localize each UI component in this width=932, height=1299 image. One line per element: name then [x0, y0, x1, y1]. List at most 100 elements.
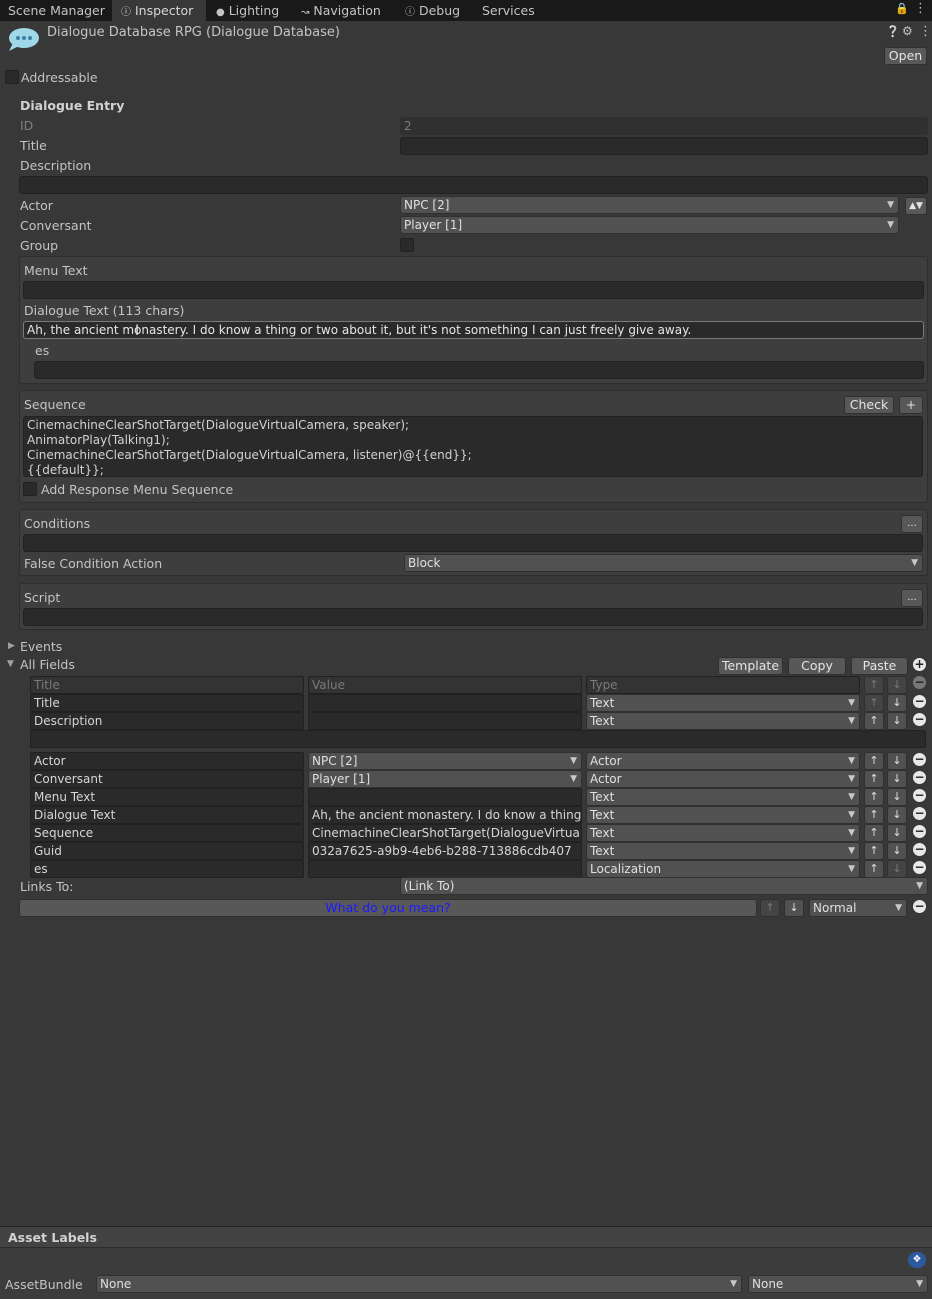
- field-type-dropdown[interactable]: Localization ▼: [586, 860, 860, 878]
- remove-field-icon[interactable]: −: [913, 843, 926, 856]
- script-wizard-button[interactable]: ...: [901, 589, 923, 607]
- description-field[interactable]: [19, 176, 928, 194]
- move-down-icon[interactable]: ↓: [887, 752, 907, 770]
- remove-field-icon[interactable]: −: [913, 789, 926, 802]
- menu-text-field[interactable]: [23, 281, 924, 299]
- es-field[interactable]: [34, 361, 924, 379]
- field-title-cell[interactable]: Dialogue Text: [30, 806, 304, 824]
- open-button[interactable]: Open: [884, 47, 927, 65]
- paste-button[interactable]: Paste: [851, 657, 908, 675]
- preset-settings-icon[interactable]: ⚙: [902, 24, 913, 38]
- field-title-cell[interactable]: Actor: [30, 752, 304, 770]
- remove-field-icon[interactable]: −: [913, 695, 926, 708]
- field-type-dropdown[interactable]: Text ▼: [586, 694, 860, 712]
- move-up-icon[interactable]: ↑: [864, 860, 884, 878]
- field-value-dropdown[interactable]: NPC [2] ▼: [308, 752, 582, 770]
- check-button[interactable]: Check: [844, 396, 894, 414]
- remove-field-icon[interactable]: −: [913, 713, 926, 726]
- all-fields-foldout[interactable]: All Fields: [20, 657, 75, 672]
- tab-navigation[interactable]: ↝ Navigation: [292, 0, 389, 21]
- move-down-icon[interactable]: ↓: [887, 694, 907, 712]
- tab-debug[interactable]: ⓘ Debug: [397, 0, 471, 21]
- kebab-menu-icon[interactable]: ⋮: [914, 1, 927, 16]
- events-foldout[interactable]: Events: [20, 639, 62, 654]
- conditions-field[interactable]: [23, 534, 923, 552]
- field-value-dropdown[interactable]: Player [1] ▼: [308, 770, 582, 788]
- link-to-dropdown[interactable]: (Link To) ▼: [400, 877, 928, 895]
- tab-inspector[interactable]: ⓘ Inspector: [112, 0, 206, 21]
- sequence-text-area[interactable]: CinemachineClearShotTarget(DialogueVirtu…: [23, 416, 923, 477]
- field-type-dropdown[interactable]: Actor ▼: [586, 752, 860, 770]
- label-tag-icon[interactable]: ❖: [908, 1252, 926, 1268]
- actor-swap-button[interactable]: ▲▼: [905, 197, 927, 215]
- group-checkbox[interactable]: [400, 238, 414, 252]
- conversant-dropdown[interactable]: Player [1] ▼: [400, 216, 899, 234]
- field-value-cell[interactable]: [308, 694, 582, 712]
- collapse-arrow-icon[interactable]: ▼: [7, 659, 14, 669]
- remove-link-icon[interactable]: −: [913, 900, 926, 913]
- field-type-dropdown[interactable]: Text ▼: [586, 788, 860, 806]
- copy-button[interactable]: Copy: [788, 657, 846, 675]
- remove-field-icon[interactable]: −: [913, 771, 926, 784]
- component-menu-icon[interactable]: ⋮: [919, 24, 932, 39]
- move-down-icon[interactable]: ↓: [887, 712, 907, 730]
- description-value-field[interactable]: [30, 730, 926, 748]
- field-value-cell[interactable]: Ah, the ancient monastery. I do know a t…: [308, 806, 582, 824]
- field-type-dropdown[interactable]: Text ▼: [586, 806, 860, 824]
- field-value-cell[interactable]: 032a7625-a9b9-4eb6-b288-713886cdb407: [308, 842, 582, 860]
- remove-field-icon[interactable]: −: [913, 861, 926, 874]
- field-title-cell[interactable]: Guid: [30, 842, 304, 860]
- assetbundle-variant-dropdown[interactable]: None ▼: [748, 1275, 928, 1293]
- move-down-icon[interactable]: ↓: [887, 770, 907, 788]
- field-title-cell[interactable]: Conversant: [30, 770, 304, 788]
- move-up-icon[interactable]: ↑: [864, 770, 884, 788]
- field-type-dropdown[interactable]: Actor ▼: [586, 770, 860, 788]
- title-field[interactable]: [400, 137, 928, 155]
- field-title-cell[interactable]: Description: [30, 712, 304, 730]
- field-title-cell[interactable]: Sequence: [30, 824, 304, 842]
- lock-icon[interactable]: 🔒: [895, 2, 909, 15]
- field-value-cell[interactable]: CinemachineClearShotTarget(DialogueVirtu…: [308, 824, 582, 842]
- move-up-icon[interactable]: ↑: [864, 712, 884, 730]
- template-button[interactable]: Template: [718, 657, 783, 675]
- remove-field-icon[interactable]: −: [913, 807, 926, 820]
- tab-lighting[interactable]: ● Lighting: [207, 0, 291, 21]
- move-up-icon[interactable]: ↑: [864, 788, 884, 806]
- tab-services[interactable]: Services: [474, 0, 546, 21]
- link-entry-button[interactable]: What do you mean?: [19, 899, 757, 917]
- move-up-icon[interactable]: ↑: [864, 752, 884, 770]
- move-down-icon[interactable]: ↓: [887, 788, 907, 806]
- field-value-cell[interactable]: [308, 712, 582, 730]
- move-up-icon[interactable]: ↑: [864, 842, 884, 860]
- help-icon[interactable]: ❔: [886, 25, 900, 38]
- move-up-icon[interactable]: ↑: [864, 806, 884, 824]
- field-type-dropdown[interactable]: Text ▼: [586, 824, 860, 842]
- field-value-cell[interactable]: [308, 788, 582, 806]
- false-condition-dropdown[interactable]: Block ▼: [404, 554, 923, 572]
- add-sequence-button[interactable]: +: [899, 396, 923, 414]
- actor-dropdown[interactable]: NPC [2] ▼: [400, 196, 899, 214]
- conditions-wizard-button[interactable]: ...: [901, 515, 923, 533]
- link-priority-dropdown[interactable]: Normal ▼: [809, 899, 907, 917]
- script-field[interactable]: [23, 608, 923, 626]
- field-title-cell[interactable]: Title: [30, 694, 304, 712]
- move-down-icon[interactable]: ↓: [887, 842, 907, 860]
- field-title-cell[interactable]: es: [30, 860, 304, 878]
- addressable-checkbox[interactable]: [5, 70, 19, 84]
- expand-arrow-icon[interactable]: ▶: [8, 641, 15, 651]
- link-down-icon[interactable]: ↓: [784, 899, 804, 917]
- assetbundle-dropdown[interactable]: None ▼: [96, 1275, 742, 1293]
- move-down-icon[interactable]: ↓: [887, 824, 907, 842]
- move-up-icon[interactable]: ↑: [864, 824, 884, 842]
- dialogue-text-field[interactable]: Ah, the ancient monastery. I do know a t…: [23, 321, 924, 339]
- remove-field-icon[interactable]: −: [913, 825, 926, 838]
- add-field-icon[interactable]: +: [913, 658, 926, 671]
- remove-field-icon[interactable]: −: [913, 753, 926, 766]
- field-type-dropdown[interactable]: Text ▼: [586, 842, 860, 860]
- field-value-cell[interactable]: [308, 860, 582, 878]
- add-response-checkbox[interactable]: [23, 482, 37, 496]
- field-type-dropdown[interactable]: Text ▼: [586, 712, 860, 730]
- field-title-cell[interactable]: Menu Text: [30, 788, 304, 806]
- tab-scene-manager[interactable]: Scene Manager: [0, 0, 112, 21]
- move-down-icon[interactable]: ↓: [887, 806, 907, 824]
